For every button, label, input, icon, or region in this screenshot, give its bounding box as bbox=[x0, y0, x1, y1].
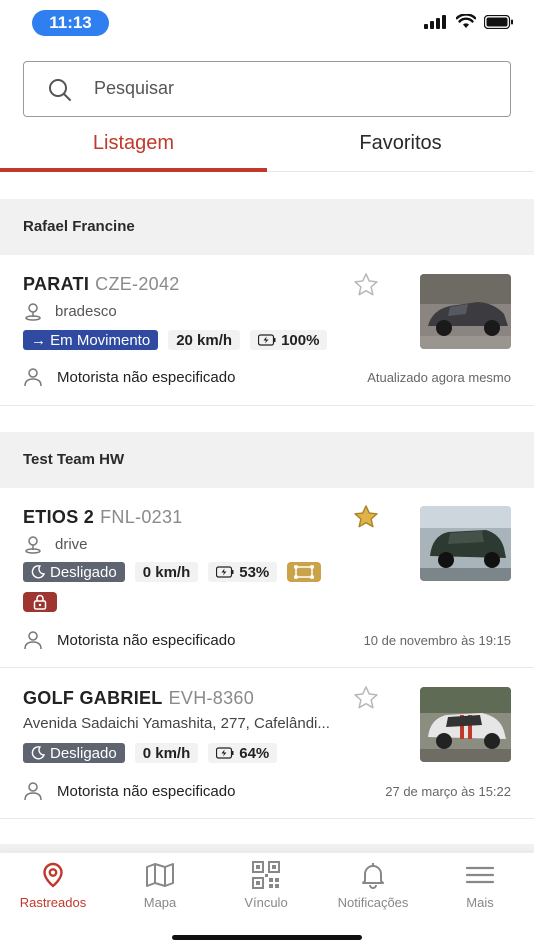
updated-time: 10 de novembro às 19:15 bbox=[363, 632, 511, 648]
person-icon bbox=[24, 782, 42, 801]
battery-charging-icon bbox=[216, 747, 234, 759]
battery-badge: 100% bbox=[250, 330, 328, 350]
driver-row: Motorista não especificado 27 de março à… bbox=[23, 781, 511, 801]
battery-badge: 64% bbox=[208, 743, 278, 763]
vehicle-badges-secondary bbox=[23, 592, 57, 612]
updated-time: Atualizado agora mesmo bbox=[367, 369, 511, 385]
nav-label: Mapa bbox=[143, 895, 177, 910]
vehicle-name: GOLF GABRIEL bbox=[23, 688, 163, 708]
vehicle-address: Avenida Sadaichi Yamashita, 277, Cafelân… bbox=[23, 715, 330, 732]
search-box[interactable] bbox=[23, 61, 511, 117]
location-person-icon bbox=[25, 536, 41, 554]
location-pin-icon bbox=[43, 862, 63, 888]
search-icon bbox=[49, 79, 71, 101]
vehicle-name: PARATI bbox=[23, 274, 90, 294]
status-badge: → Em Movimento bbox=[23, 330, 159, 350]
battery-value: 100% bbox=[281, 331, 320, 349]
vehicle-badges: Desligado 0 km/h 53% bbox=[23, 562, 322, 582]
driver-row: Motorista não especificado Atualizado ag… bbox=[23, 367, 511, 387]
speed-badge: 20 km/h bbox=[168, 330, 241, 350]
battery-value: 53% bbox=[239, 563, 270, 581]
geofence-badge bbox=[287, 562, 322, 582]
location-person-icon bbox=[25, 303, 41, 321]
speed-badge: 0 km/h bbox=[134, 743, 199, 763]
driver-name: Motorista não especificado bbox=[57, 368, 236, 386]
nav-mais[interactable]: Mais bbox=[427, 861, 533, 910]
vehicle-card[interactable]: GOLF GABRIEL EVH-8360 Avenida Sadaichi Ya… bbox=[0, 669, 534, 819]
group-header: Test Team HW bbox=[0, 432, 534, 488]
tab-listagem[interactable]: Listagem bbox=[0, 120, 267, 172]
vehicle-photo bbox=[420, 506, 511, 581]
vehicle-subtitle: bradesco bbox=[55, 302, 117, 320]
group-header: Rafael Francine bbox=[0, 199, 534, 255]
vehicle-plate: CZE-2042 bbox=[95, 274, 180, 294]
battery-icon bbox=[484, 14, 513, 29]
vehicle-subtitle-row: bradesco bbox=[23, 301, 117, 321]
nav-rastreados[interactable]: Rastreados bbox=[0, 861, 106, 910]
map-icon bbox=[146, 863, 174, 887]
vehicle-title: GOLF GABRIEL EVH-8360 bbox=[23, 688, 254, 709]
search-input[interactable] bbox=[94, 62, 494, 115]
status-icons bbox=[424, 14, 514, 29]
person-icon bbox=[24, 368, 42, 387]
favorite-star-icon[interactable] bbox=[352, 684, 380, 712]
menu-icon bbox=[465, 866, 495, 884]
vehicle-photo bbox=[420, 687, 511, 762]
tab-active-indicator bbox=[0, 168, 267, 172]
group-title: Rafael Francine bbox=[23, 218, 135, 235]
nav-notificacoes[interactable]: Notificações bbox=[320, 861, 426, 910]
vehicle-subtitle-row: drive bbox=[23, 534, 88, 554]
nav-label: Vínculo bbox=[244, 895, 288, 910]
vehicle-subtitle: drive bbox=[55, 535, 88, 553]
status-label: Desligado bbox=[50, 744, 117, 762]
vehicle-title: PARATI CZE-2042 bbox=[23, 274, 180, 295]
vehicle-card[interactable]: ETIOS 2FNL-0231 drive Desligado 0 km/h bbox=[0, 488, 534, 668]
vehicle-badges: → Em Movimento 20 km/h 100% bbox=[23, 330, 328, 350]
tab-bar: Listagem Favoritos bbox=[0, 120, 534, 172]
battery-charging-icon bbox=[258, 334, 276, 346]
speed-badge: 0 km/h bbox=[134, 562, 199, 582]
favorite-star-icon[interactable] bbox=[352, 503, 380, 531]
vehicle-plate: FNL-0231 bbox=[100, 507, 183, 527]
group-title: Test Team HW bbox=[23, 451, 125, 468]
nav-label: Mais bbox=[466, 895, 494, 910]
nav-label: Notificações bbox=[337, 895, 409, 910]
moon-icon bbox=[31, 746, 45, 760]
qr-code-icon bbox=[252, 861, 280, 889]
moon-icon bbox=[31, 565, 45, 579]
status-label: Desligado bbox=[50, 563, 117, 581]
status-time: 11:13 bbox=[32, 10, 109, 36]
lock-badge bbox=[23, 592, 57, 612]
vehicle-badges: Desligado 0 km/h 64% bbox=[23, 743, 278, 763]
vehicle-name: ETIOS 2 bbox=[23, 507, 95, 527]
nav-mapa[interactable]: Mapa bbox=[107, 861, 213, 910]
cellular-signal-icon bbox=[424, 14, 446, 29]
bell-icon bbox=[362, 863, 384, 889]
driver-name: Motorista não especificado bbox=[57, 782, 236, 800]
battery-charging-icon bbox=[216, 566, 234, 578]
lock-icon bbox=[33, 594, 47, 610]
battery-badge: 53% bbox=[208, 562, 278, 582]
person-icon bbox=[24, 631, 42, 650]
vehicle-title: ETIOS 2 FNL-0231 bbox=[23, 507, 183, 528]
nav-vinculo[interactable]: Vínculo bbox=[213, 861, 319, 910]
vehicle-card[interactable]: PARATI CZE-2042 bradesco → Em Movimento 2… bbox=[0, 255, 534, 406]
vehicle-plate: EVH-8360 bbox=[168, 688, 255, 708]
home-indicator bbox=[172, 935, 362, 940]
updated-time: 27 de março às 15:22 bbox=[385, 783, 511, 799]
wifi-icon bbox=[456, 14, 476, 28]
favorite-star-icon[interactable] bbox=[352, 271, 380, 299]
status-bar: 11:13 bbox=[0, 0, 534, 46]
driver-row: Motorista não especificado 10 de novembr… bbox=[23, 630, 511, 650]
driver-name: Motorista não especificado bbox=[57, 631, 236, 649]
battery-value: 64% bbox=[239, 744, 270, 762]
status-badge: Desligado bbox=[23, 743, 125, 763]
vehicle-photo bbox=[420, 274, 511, 349]
geofence-icon bbox=[294, 565, 315, 579]
nav-label: Rastreados bbox=[19, 895, 87, 910]
tab-favoritos[interactable]: Favoritos bbox=[267, 120, 534, 172]
status-badge: Desligado bbox=[23, 562, 125, 582]
